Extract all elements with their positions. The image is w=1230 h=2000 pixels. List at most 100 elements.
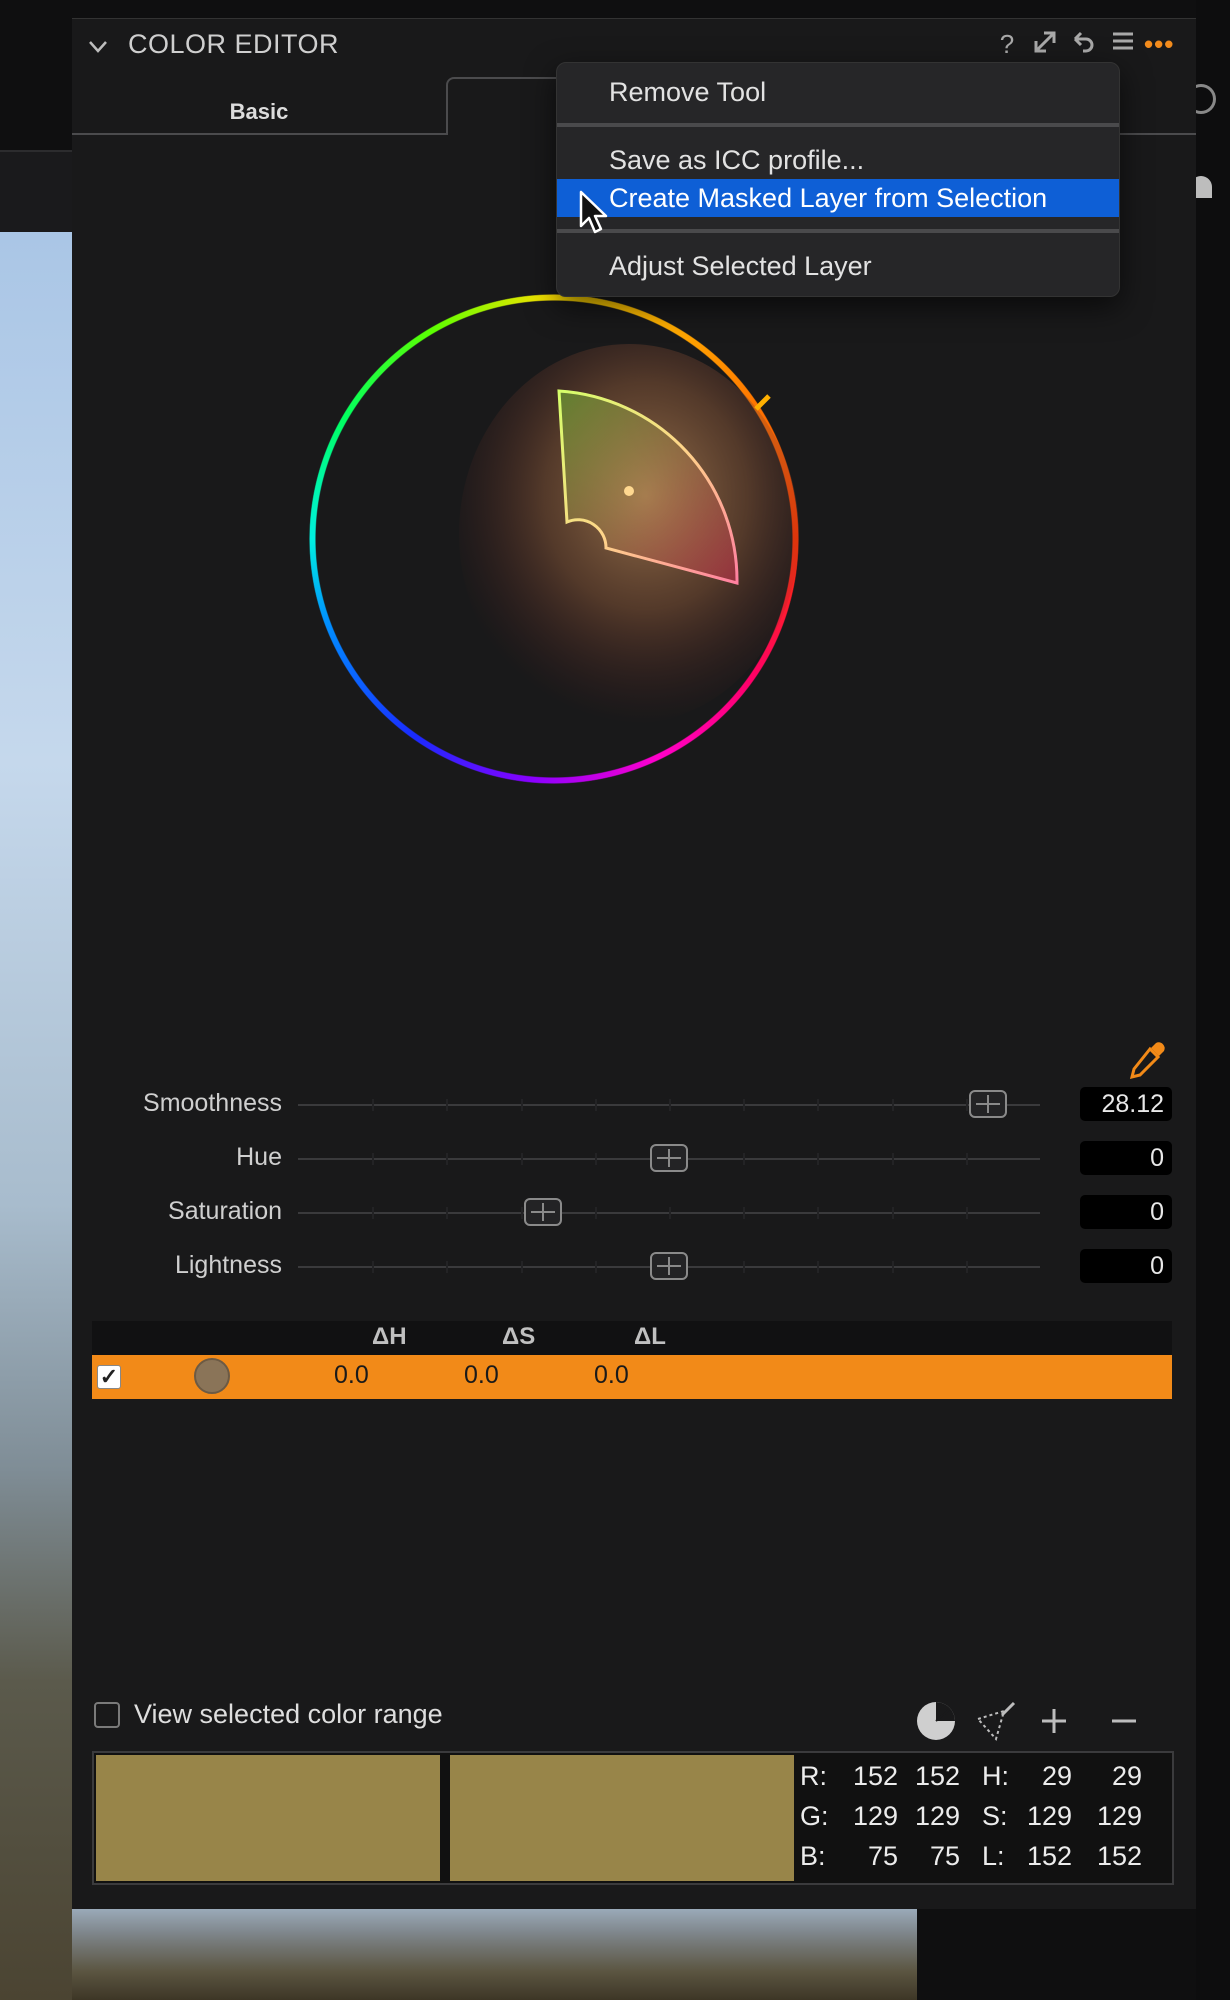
slider-tick <box>594 1153 597 1165</box>
panel-title: COLOR EDITOR <box>128 29 340 59</box>
readout-g-b: 129 <box>914 1801 960 1831</box>
background-photo <box>0 232 72 2000</box>
color-editor-panel: COLOR EDITOR ? ••• Basic Smoothness 28.1… <box>72 18 1196 1909</box>
remove-icon[interactable] <box>1102 1699 1146 1743</box>
view-range-checkbox[interactable] <box>94 1702 120 1728</box>
slider-value-field[interactable]: 28.12 <box>1080 1087 1172 1121</box>
slider-knob[interactable] <box>523 1198 562 1226</box>
slider-tick <box>743 1099 746 1111</box>
color-wheel[interactable] <box>309 294 799 784</box>
slider-tick <box>817 1099 820 1111</box>
color-list-header: ΔH ΔS ΔL <box>92 1321 1172 1357</box>
mask-picker-icon[interactable] <box>974 1699 1018 1743</box>
mouse-cursor-icon <box>579 190 608 234</box>
slider-track[interactable] <box>298 1144 1040 1172</box>
slider-tick <box>891 1261 894 1273</box>
slider-tick <box>594 1261 597 1273</box>
readout-h-label: H: <box>982 1761 1009 1791</box>
menu-separator <box>557 229 1119 233</box>
slider-knob[interactable] <box>650 1252 688 1280</box>
slider-knob[interactable] <box>969 1090 1008 1118</box>
slider-tick <box>817 1261 820 1273</box>
more-icon[interactable]: ••• <box>1144 29 1174 60</box>
readout-h-b: 29 <box>1111 1761 1142 1791</box>
slider-tick <box>965 1153 968 1165</box>
slider-saturation: Saturation 0 <box>72 1191 1196 1235</box>
slider-track[interactable] <box>298 1090 1040 1118</box>
color-readout-box: R: 152 152 H: 29 29 G: 129 129 S: 129 12… <box>92 1751 1174 1885</box>
range-handle-top[interactable] <box>754 394 771 411</box>
slider-tick <box>446 1207 449 1219</box>
selected-color-point[interactable] <box>624 486 634 496</box>
slider-value-field[interactable]: 0 <box>1080 1249 1172 1283</box>
after-swatch <box>450 1755 794 1881</box>
slider-tick <box>372 1261 375 1273</box>
slider-tick <box>372 1099 375 1111</box>
slider-tick <box>743 1153 746 1165</box>
row-enable-checkbox[interactable]: ✓ <box>97 1365 121 1389</box>
background-toolbar <box>0 150 72 234</box>
slider-tick <box>669 1207 671 1219</box>
menu-item-remove-tool[interactable]: Remove Tool <box>557 73 1119 111</box>
readout-b-label: B: <box>800 1841 826 1871</box>
readout-g-a: 129 <box>852 1801 898 1831</box>
slider-knob[interactable] <box>650 1144 688 1172</box>
slider-tick <box>372 1207 375 1219</box>
column-header-ds: ΔS <box>502 1323 536 1350</box>
slider-tick <box>446 1099 449 1111</box>
slider-tick <box>891 1153 894 1165</box>
slider-tick <box>594 1207 597 1219</box>
slider-label: Hue <box>236 1143 282 1171</box>
selection-sector[interactable] <box>309 294 799 784</box>
eyedropper-icon[interactable] <box>1126 1037 1170 1081</box>
slider-tick <box>891 1207 894 1219</box>
slider-tick <box>965 1207 968 1219</box>
color-list-row[interactable]: ✓ 0.0 0.0 0.0 <box>92 1355 1172 1399</box>
expand-icon[interactable] <box>1030 29 1060 62</box>
color-values-grid: R: 152 152 H: 29 29 G: 129 129 S: 129 12… <box>800 1759 1170 1879</box>
menu-item-save-icc[interactable]: Save as ICC profile... <box>557 141 1119 179</box>
readout-r-label: R: <box>800 1761 827 1791</box>
slider-tick <box>891 1099 894 1111</box>
readout-h-a: 29 <box>1041 1761 1072 1791</box>
slider-tick <box>520 1261 523 1273</box>
slider-tick <box>965 1099 968 1111</box>
slider-tick <box>817 1207 820 1219</box>
slider-track[interactable] <box>298 1198 1040 1226</box>
slider-tick <box>594 1099 597 1111</box>
reset-icon[interactable] <box>1068 29 1098 62</box>
chevron-down-icon[interactable] <box>88 37 108 57</box>
color-wheel-icon[interactable] <box>914 1699 958 1743</box>
help-icon[interactable]: ? <box>992 29 1022 60</box>
row-dh-value: 0.0 <box>334 1361 369 1389</box>
slider-track[interactable] <box>298 1252 1040 1280</box>
readout-s-b: 129 <box>1096 1801 1142 1831</box>
menu-item-adjust-layer[interactable]: Adjust Selected Layer <box>557 247 1119 285</box>
slider-hue: Hue 0 <box>72 1137 1196 1181</box>
more-options-menu: Remove Tool Save as ICC profile... Creat… <box>556 62 1120 297</box>
slider-tick <box>965 1261 968 1273</box>
list-icon[interactable] <box>1108 29 1138 60</box>
readout-r-a: 152 <box>852 1761 898 1791</box>
slider-tick <box>743 1261 746 1273</box>
slider-value-field[interactable]: 0 <box>1080 1195 1172 1229</box>
readout-b-a: 75 <box>867 1841 898 1871</box>
slider-tick <box>520 1207 523 1219</box>
view-range-label: View selected color range <box>134 1699 443 1729</box>
readout-l-label: L: <box>982 1841 1005 1871</box>
readout-l-a: 152 <box>1026 1841 1072 1871</box>
slider-tick <box>669 1099 671 1111</box>
readout-l-b: 152 <box>1096 1841 1142 1871</box>
menu-item-create-masked-layer[interactable]: Create Masked Layer from Selection <box>557 179 1119 217</box>
slider-smoothness: Smoothness 28.12 <box>72 1083 1196 1127</box>
tab-divider <box>1120 133 1196 135</box>
slider-tick <box>446 1153 449 1165</box>
slider-value-field[interactable]: 0 <box>1080 1141 1172 1175</box>
menu-separator <box>557 123 1119 127</box>
column-header-dh: ΔH <box>372 1323 407 1350</box>
readout-s-a: 129 <box>1026 1801 1072 1831</box>
add-icon[interactable] <box>1032 1699 1076 1743</box>
tab-basic[interactable]: Basic <box>72 77 446 135</box>
slider-label: Smoothness <box>143 1089 282 1117</box>
readout-r-b: 152 <box>914 1761 960 1791</box>
